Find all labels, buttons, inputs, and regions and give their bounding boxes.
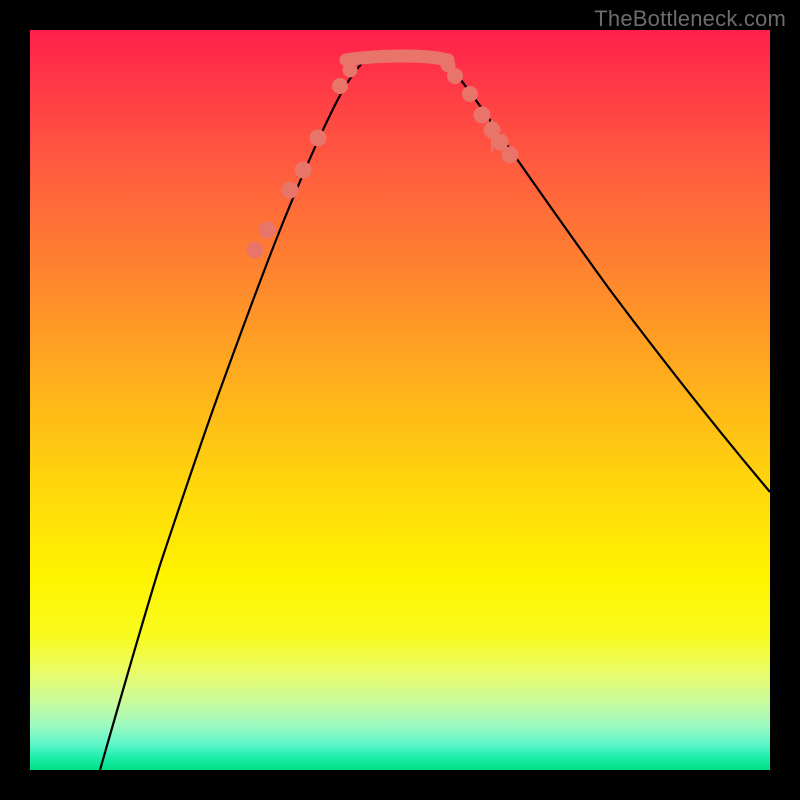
watermark-text: TheBottleneck.com [594,6,786,32]
chart-frame: TheBottleneck.com [0,0,800,800]
left-branch [100,60,365,770]
plot-area [30,30,770,770]
valley-floor [346,56,448,60]
left-markers [247,63,358,259]
curve-layer [30,30,770,770]
right-markers [441,58,519,164]
